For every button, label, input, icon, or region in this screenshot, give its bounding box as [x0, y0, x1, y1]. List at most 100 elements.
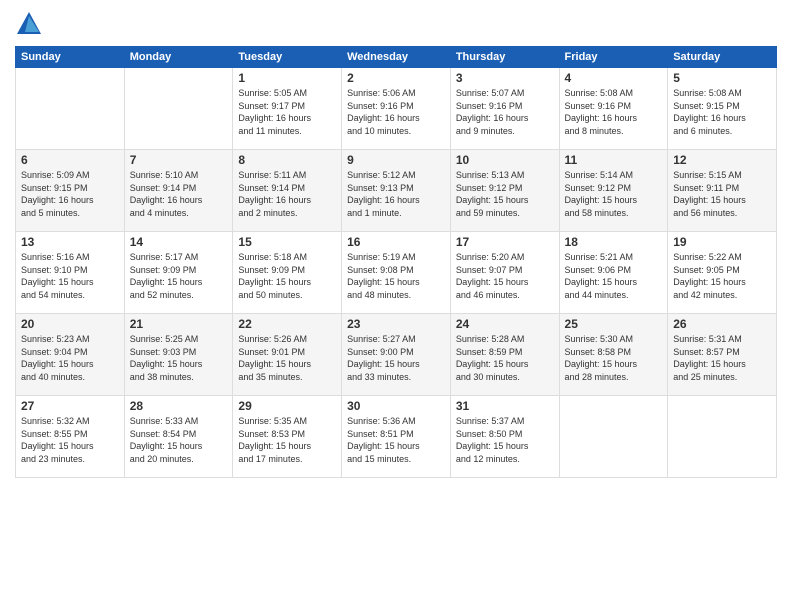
calendar-cell: 30 Sunrise: 5:36 AM Sunset: 8:51 PM Dayli… [342, 396, 451, 478]
calendar-week-row: 20 Sunrise: 5:23 AM Sunset: 9:04 PM Dayli… [16, 314, 777, 396]
weekday-header-monday: Monday [124, 47, 233, 68]
calendar-cell: 12 Sunrise: 5:15 AM Sunset: 9:11 PM Dayli… [668, 150, 777, 232]
day-info: Sunrise: 5:36 AM Sunset: 8:51 PM Dayligh… [347, 415, 445, 465]
calendar-cell: 20 Sunrise: 5:23 AM Sunset: 9:04 PM Dayli… [16, 314, 125, 396]
weekday-header-tuesday: Tuesday [233, 47, 342, 68]
day-info: Sunrise: 5:28 AM Sunset: 8:59 PM Dayligh… [456, 333, 554, 383]
day-number: 7 [130, 153, 228, 167]
day-info: Sunrise: 5:15 AM Sunset: 9:11 PM Dayligh… [673, 169, 771, 219]
day-number: 1 [238, 71, 336, 85]
calendar-week-row: 13Sunrise: 5:16 AM Sunset: 9:10 PM Dayli… [16, 232, 777, 314]
day-info: Sunrise: 5:17 AM Sunset: 9:09 PM Dayligh… [130, 251, 228, 301]
calendar-cell: 14 Sunrise: 5:17 AM Sunset: 9:09 PM Dayli… [124, 232, 233, 314]
calendar-cell: 21Sunrise: 5:25 AM Sunset: 9:03 PM Dayli… [124, 314, 233, 396]
day-number: 24 [456, 317, 554, 331]
calendar-cell: 11 Sunrise: 5:14 AM Sunset: 9:12 PM Dayli… [559, 150, 668, 232]
day-info: Sunrise: 5:05 AM Sunset: 9:17 PM Dayligh… [238, 87, 336, 137]
weekday-header-wednesday: Wednesday [342, 47, 451, 68]
calendar-cell: 10 Sunrise: 5:13 AM Sunset: 9:12 PM Dayli… [450, 150, 559, 232]
calendar-cell: 5 Sunrise: 5:08 AM Sunset: 9:15 PM Daylig… [668, 68, 777, 150]
calendar-cell: 9Sunrise: 5:12 AM Sunset: 9:13 PM Daylig… [342, 150, 451, 232]
day-number: 8 [238, 153, 336, 167]
day-info: Sunrise: 5:26 AM Sunset: 9:01 PM Dayligh… [238, 333, 336, 383]
day-number: 5 [673, 71, 771, 85]
day-info: Sunrise: 5:30 AM Sunset: 8:58 PM Dayligh… [565, 333, 663, 383]
day-number: 18 [565, 235, 663, 249]
day-info: Sunrise: 5:22 AM Sunset: 9:05 PM Dayligh… [673, 251, 771, 301]
calendar-cell [16, 68, 125, 150]
day-number: 31 [456, 399, 554, 413]
calendar-cell: 25 Sunrise: 5:30 AM Sunset: 8:58 PM Dayli… [559, 314, 668, 396]
day-info: Sunrise: 5:10 AM Sunset: 9:14 PM Dayligh… [130, 169, 228, 219]
day-info: Sunrise: 5:07 AM Sunset: 9:16 PM Dayligh… [456, 87, 554, 137]
calendar-cell: 31 Sunrise: 5:37 AM Sunset: 8:50 PM Dayli… [450, 396, 559, 478]
day-info: Sunrise: 5:20 AM Sunset: 9:07 PM Dayligh… [456, 251, 554, 301]
day-info: Sunrise: 5:27 AM Sunset: 9:00 PM Dayligh… [347, 333, 445, 383]
day-info: Sunrise: 5:08 AM Sunset: 9:15 PM Dayligh… [673, 87, 771, 137]
calendar-cell: 6Sunrise: 5:09 AM Sunset: 9:15 PM Daylig… [16, 150, 125, 232]
day-info: Sunrise: 5:19 AM Sunset: 9:08 PM Dayligh… [347, 251, 445, 301]
day-number: 16 [347, 235, 445, 249]
calendar-cell: 29 Sunrise: 5:35 AM Sunset: 8:53 PM Dayli… [233, 396, 342, 478]
calendar: SundayMondayTuesdayWednesdayThursdayFrid… [15, 46, 777, 478]
day-number: 26 [673, 317, 771, 331]
calendar-cell: 27 Sunrise: 5:32 AM Sunset: 8:55 PM Dayli… [16, 396, 125, 478]
day-number: 11 [565, 153, 663, 167]
calendar-cell [668, 396, 777, 478]
day-info: Sunrise: 5:09 AM Sunset: 9:15 PM Dayligh… [21, 169, 119, 219]
calendar-cell: 23 Sunrise: 5:27 AM Sunset: 9:00 PM Dayli… [342, 314, 451, 396]
calendar-cell: 13Sunrise: 5:16 AM Sunset: 9:10 PM Dayli… [16, 232, 125, 314]
calendar-week-row: 1 Sunrise: 5:05 AM Sunset: 9:17 PM Daylig… [16, 68, 777, 150]
day-info: Sunrise: 5:06 AM Sunset: 9:16 PM Dayligh… [347, 87, 445, 137]
day-info: Sunrise: 5:16 AM Sunset: 9:10 PM Dayligh… [21, 251, 119, 301]
logo-icon [15, 10, 43, 38]
day-info: Sunrise: 5:31 AM Sunset: 8:57 PM Dayligh… [673, 333, 771, 383]
page: SundayMondayTuesdayWednesdayThursdayFrid… [0, 0, 792, 612]
day-number: 14 [130, 235, 228, 249]
day-number: 27 [21, 399, 119, 413]
calendar-cell: 15 Sunrise: 5:18 AM Sunset: 9:09 PM Dayli… [233, 232, 342, 314]
day-info: Sunrise: 5:13 AM Sunset: 9:12 PM Dayligh… [456, 169, 554, 219]
calendar-cell: 17 Sunrise: 5:20 AM Sunset: 9:07 PM Dayli… [450, 232, 559, 314]
day-info: Sunrise: 5:21 AM Sunset: 9:06 PM Dayligh… [565, 251, 663, 301]
day-number: 22 [238, 317, 336, 331]
calendar-cell [559, 396, 668, 478]
day-number: 20 [21, 317, 119, 331]
day-number: 3 [456, 71, 554, 85]
day-info: Sunrise: 5:18 AM Sunset: 9:09 PM Dayligh… [238, 251, 336, 301]
calendar-week-row: 6Sunrise: 5:09 AM Sunset: 9:15 PM Daylig… [16, 150, 777, 232]
weekday-header-saturday: Saturday [668, 47, 777, 68]
day-number: 15 [238, 235, 336, 249]
day-info: Sunrise: 5:23 AM Sunset: 9:04 PM Dayligh… [21, 333, 119, 383]
day-number: 4 [565, 71, 663, 85]
day-number: 21 [130, 317, 228, 331]
weekday-header-sunday: Sunday [16, 47, 125, 68]
day-number: 17 [456, 235, 554, 249]
day-info: Sunrise: 5:35 AM Sunset: 8:53 PM Dayligh… [238, 415, 336, 465]
calendar-cell: 22 Sunrise: 5:26 AM Sunset: 9:01 PM Dayli… [233, 314, 342, 396]
calendar-week-row: 27 Sunrise: 5:32 AM Sunset: 8:55 PM Dayli… [16, 396, 777, 478]
day-info: Sunrise: 5:14 AM Sunset: 9:12 PM Dayligh… [565, 169, 663, 219]
day-number: 12 [673, 153, 771, 167]
day-number: 30 [347, 399, 445, 413]
day-number: 23 [347, 317, 445, 331]
calendar-cell: 1 Sunrise: 5:05 AM Sunset: 9:17 PM Daylig… [233, 68, 342, 150]
day-number: 25 [565, 317, 663, 331]
day-number: 29 [238, 399, 336, 413]
weekday-header-thursday: Thursday [450, 47, 559, 68]
day-info: Sunrise: 5:32 AM Sunset: 8:55 PM Dayligh… [21, 415, 119, 465]
calendar-cell: 4Sunrise: 5:08 AM Sunset: 9:16 PM Daylig… [559, 68, 668, 150]
day-number: 10 [456, 153, 554, 167]
day-info: Sunrise: 5:33 AM Sunset: 8:54 PM Dayligh… [130, 415, 228, 465]
calendar-cell: 28 Sunrise: 5:33 AM Sunset: 8:54 PM Dayli… [124, 396, 233, 478]
calendar-cell: 24 Sunrise: 5:28 AM Sunset: 8:59 PM Dayli… [450, 314, 559, 396]
calendar-cell: 26 Sunrise: 5:31 AM Sunset: 8:57 PM Dayli… [668, 314, 777, 396]
day-info: Sunrise: 5:37 AM Sunset: 8:50 PM Dayligh… [456, 415, 554, 465]
calendar-cell: 16 Sunrise: 5:19 AM Sunset: 9:08 PM Dayli… [342, 232, 451, 314]
day-number: 2 [347, 71, 445, 85]
calendar-cell: 7 Sunrise: 5:10 AM Sunset: 9:14 PM Daylig… [124, 150, 233, 232]
day-info: Sunrise: 5:12 AM Sunset: 9:13 PM Dayligh… [347, 169, 445, 219]
calendar-cell: 2 Sunrise: 5:06 AM Sunset: 9:16 PM Daylig… [342, 68, 451, 150]
day-number: 28 [130, 399, 228, 413]
logo [15, 10, 45, 38]
